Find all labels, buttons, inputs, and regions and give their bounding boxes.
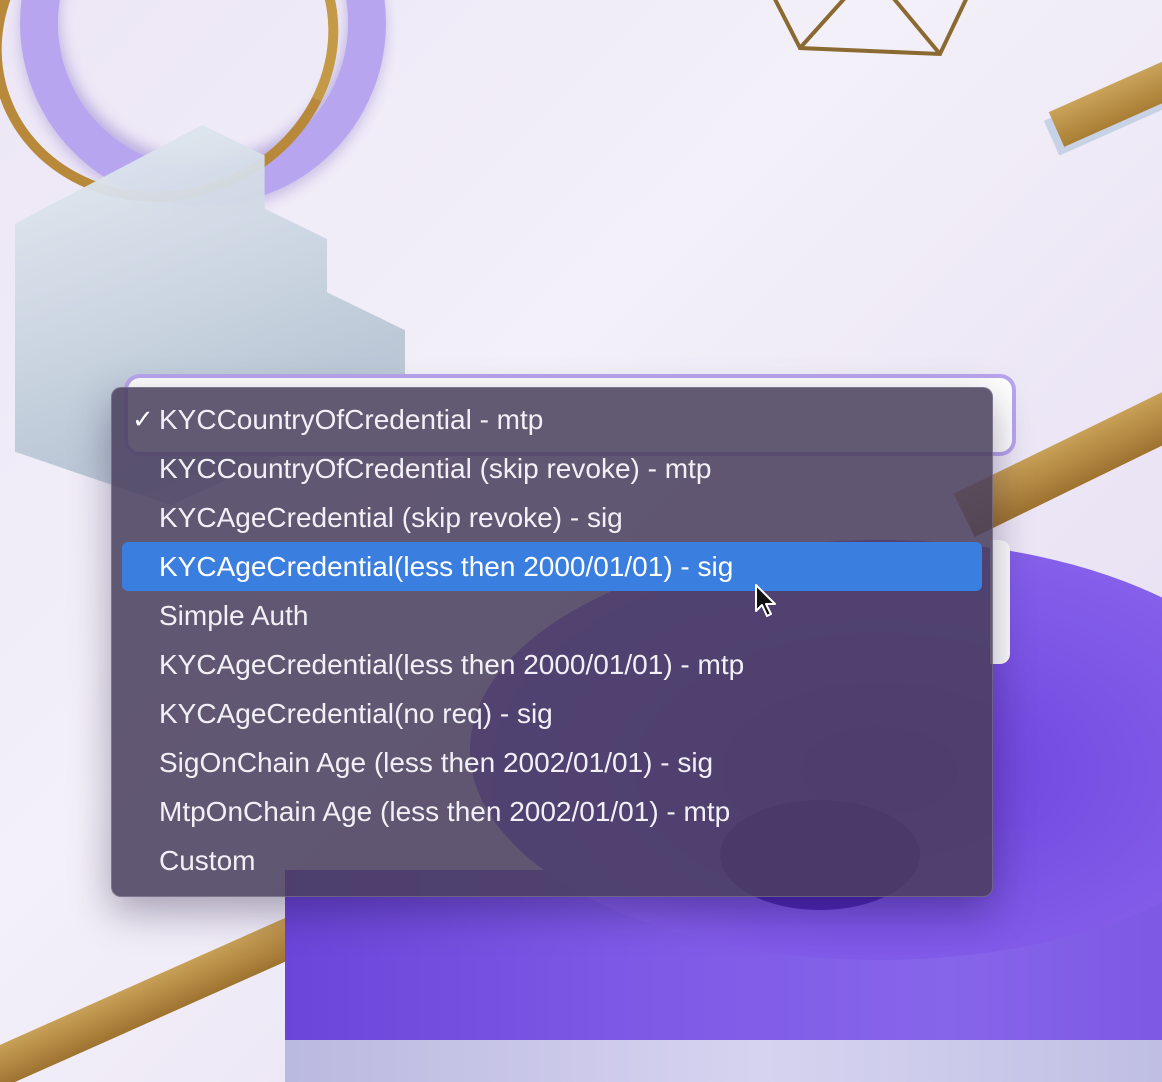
option-label: Custom <box>159 845 256 876</box>
dropdown-option[interactable]: SigOnChain Age (less then 2002/01/01) - … <box>122 738 982 787</box>
decorative-triangle <box>773 0 968 57</box>
dropdown-option-selected[interactable]: ✓ KYCCountryOfCredential - mtp <box>122 395 982 444</box>
arrow-pointer-icon <box>755 584 776 617</box>
option-label: SigOnChain Age (less then 2002/01/01) - … <box>159 747 714 778</box>
dropdown-option[interactable]: KYCAgeCredential(no req) - sig <box>122 689 982 738</box>
dropdown-option[interactable]: KYCAgeCredential(less then 2000/01/01) -… <box>122 640 982 689</box>
decorative-gold-bar <box>1048 51 1162 147</box>
checkmark-icon: ✓ <box>132 404 154 434</box>
credential-dropdown-menu: ✓ KYCCountryOfCredential - mtp KYCCountr… <box>111 387 993 897</box>
dropdown-option-highlighted[interactable]: KYCAgeCredential(less then 2000/01/01) -… <box>122 542 982 591</box>
option-label: KYCCountryOfCredential - mtp <box>159 404 544 435</box>
dropdown-option[interactable]: KYCCountryOfCredential (skip revoke) - m… <box>122 444 982 493</box>
option-label: MtpOnChain Age (less then 2002/01/01) - … <box>159 796 731 827</box>
option-label: KYCAgeCredential(less then 2000/01/01) -… <box>159 551 734 582</box>
option-label: KYCCountryOfCredential (skip revoke) - m… <box>159 453 712 484</box>
option-label: KYCAgeCredential(less then 2000/01/01) -… <box>159 649 745 680</box>
form-panel-edge <box>990 540 1010 664</box>
option-label: Simple Auth <box>159 600 309 631</box>
dropdown-option[interactable]: Custom <box>122 836 982 885</box>
dropdown-option[interactable]: MtpOnChain Age (less then 2002/01/01) - … <box>122 787 982 836</box>
dropdown-option[interactable]: KYCAgeCredential (skip revoke) - sig <box>122 493 982 542</box>
decorative-gold-bar <box>0 908 323 1082</box>
decorative-cylinder-stripe <box>285 1040 1162 1082</box>
option-label: KYCAgeCredential(no req) - sig <box>159 698 553 729</box>
option-label: KYCAgeCredential (skip revoke) - sig <box>159 502 623 533</box>
dropdown-option[interactable]: Simple Auth <box>122 591 982 640</box>
